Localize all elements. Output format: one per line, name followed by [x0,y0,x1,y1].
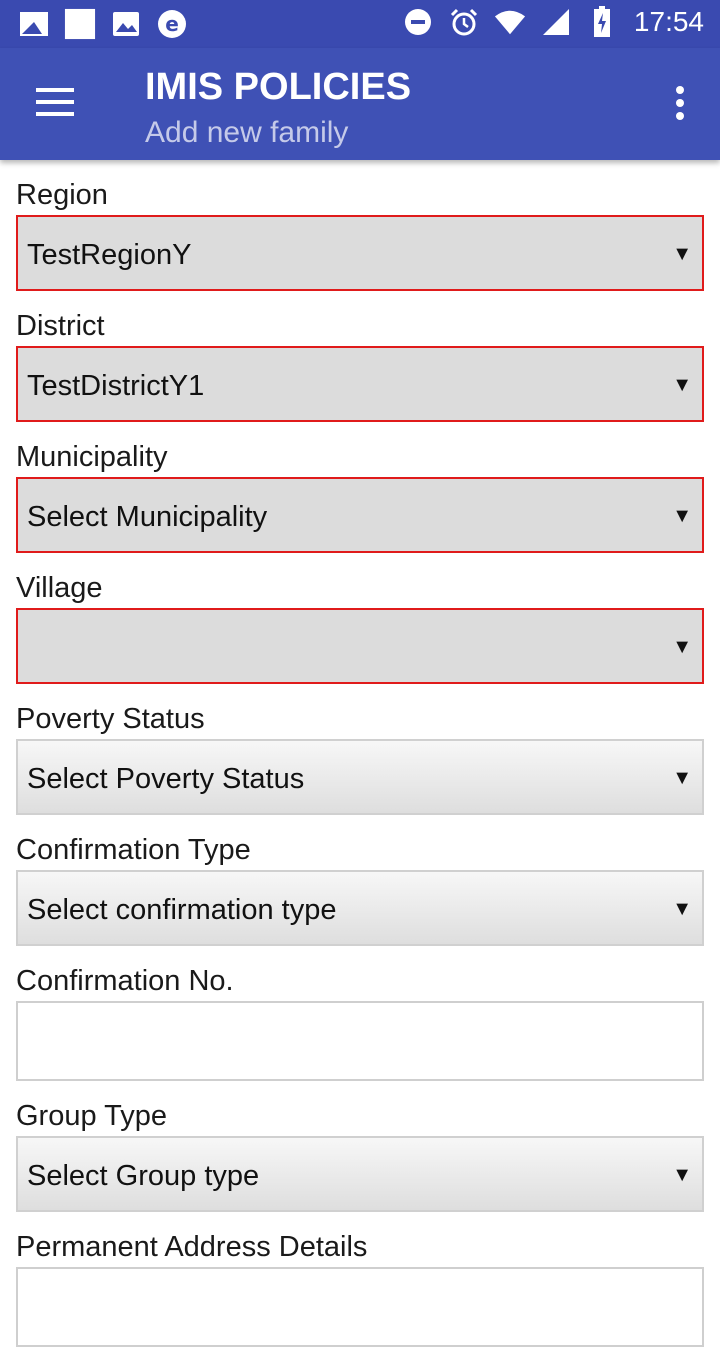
dropdown-arrow-icon: ▼ [672,898,692,920]
permanent-address-input[interactable] [16,1267,704,1347]
dropdown-arrow-icon: ▼ [672,1164,692,1186]
region-label: Region [16,179,108,211]
district-value: TestDistrictY1 [27,370,205,402]
group-type-label: Group Type [16,1100,168,1132]
overflow-menu-icon[interactable] [674,86,686,126]
add-family-form: Region TestRegionY ▼ District TestDistri… [16,160,704,1347]
battery-charging-icon [586,6,618,38]
signal-icon [540,6,572,38]
gallery-icon [18,8,50,40]
municipality-label: Municipality [16,441,168,473]
app-bar: IMIS POLICIES Add new family [0,48,720,160]
do-not-disturb-icon [402,6,434,38]
blank-icon [64,8,96,40]
image-icon [110,8,142,40]
confirmation-type-value: Select confirmation type [27,894,337,926]
dropdown-arrow-icon: ▼ [672,505,692,527]
district-label: District [16,310,105,342]
dropdown-arrow-icon: ▼ [672,636,692,658]
confirmation-type-select[interactable]: Select confirmation type ▼ [16,870,704,946]
municipality-select[interactable]: Select Municipality ▼ [16,477,704,553]
hamburger-menu-icon[interactable] [36,88,76,120]
district-select[interactable]: TestDistrictY1 ▼ [16,346,704,422]
dropdown-arrow-icon: ▼ [672,767,692,789]
dropdown-arrow-icon: ▼ [672,243,692,265]
municipality-value: Select Municipality [27,501,268,533]
confirmation-no-input[interactable] [16,1001,704,1081]
group-type-value: Select Group type [27,1160,260,1192]
e-icon: e [156,8,188,40]
wifi-icon [494,6,526,38]
app-subtitle: Add new family [145,116,349,149]
village-label: Village [16,572,103,604]
poverty-status-value: Select Poverty Status [27,763,305,795]
status-time: 17:54 [633,6,704,37]
permanent-address-label: Permanent Address Details [16,1231,368,1263]
region-value: TestRegionY [27,239,192,271]
confirmation-no-label: Confirmation No. [16,965,234,997]
status-bar: e 17:54 [0,0,720,48]
group-type-select[interactable]: Select Group type ▼ [16,1136,704,1212]
svg-text:e: e [165,12,179,36]
confirmation-type-label: Confirmation Type [16,834,251,866]
dropdown-arrow-icon: ▼ [672,374,692,396]
village-select[interactable]: ▼ [16,608,704,684]
app-title: IMIS POLICIES [145,66,412,108]
alarm-icon [448,6,480,38]
region-select[interactable]: TestRegionY ▼ [16,215,704,291]
poverty-status-label: Poverty Status [16,703,205,735]
poverty-status-select[interactable]: Select Poverty Status ▼ [16,739,704,815]
